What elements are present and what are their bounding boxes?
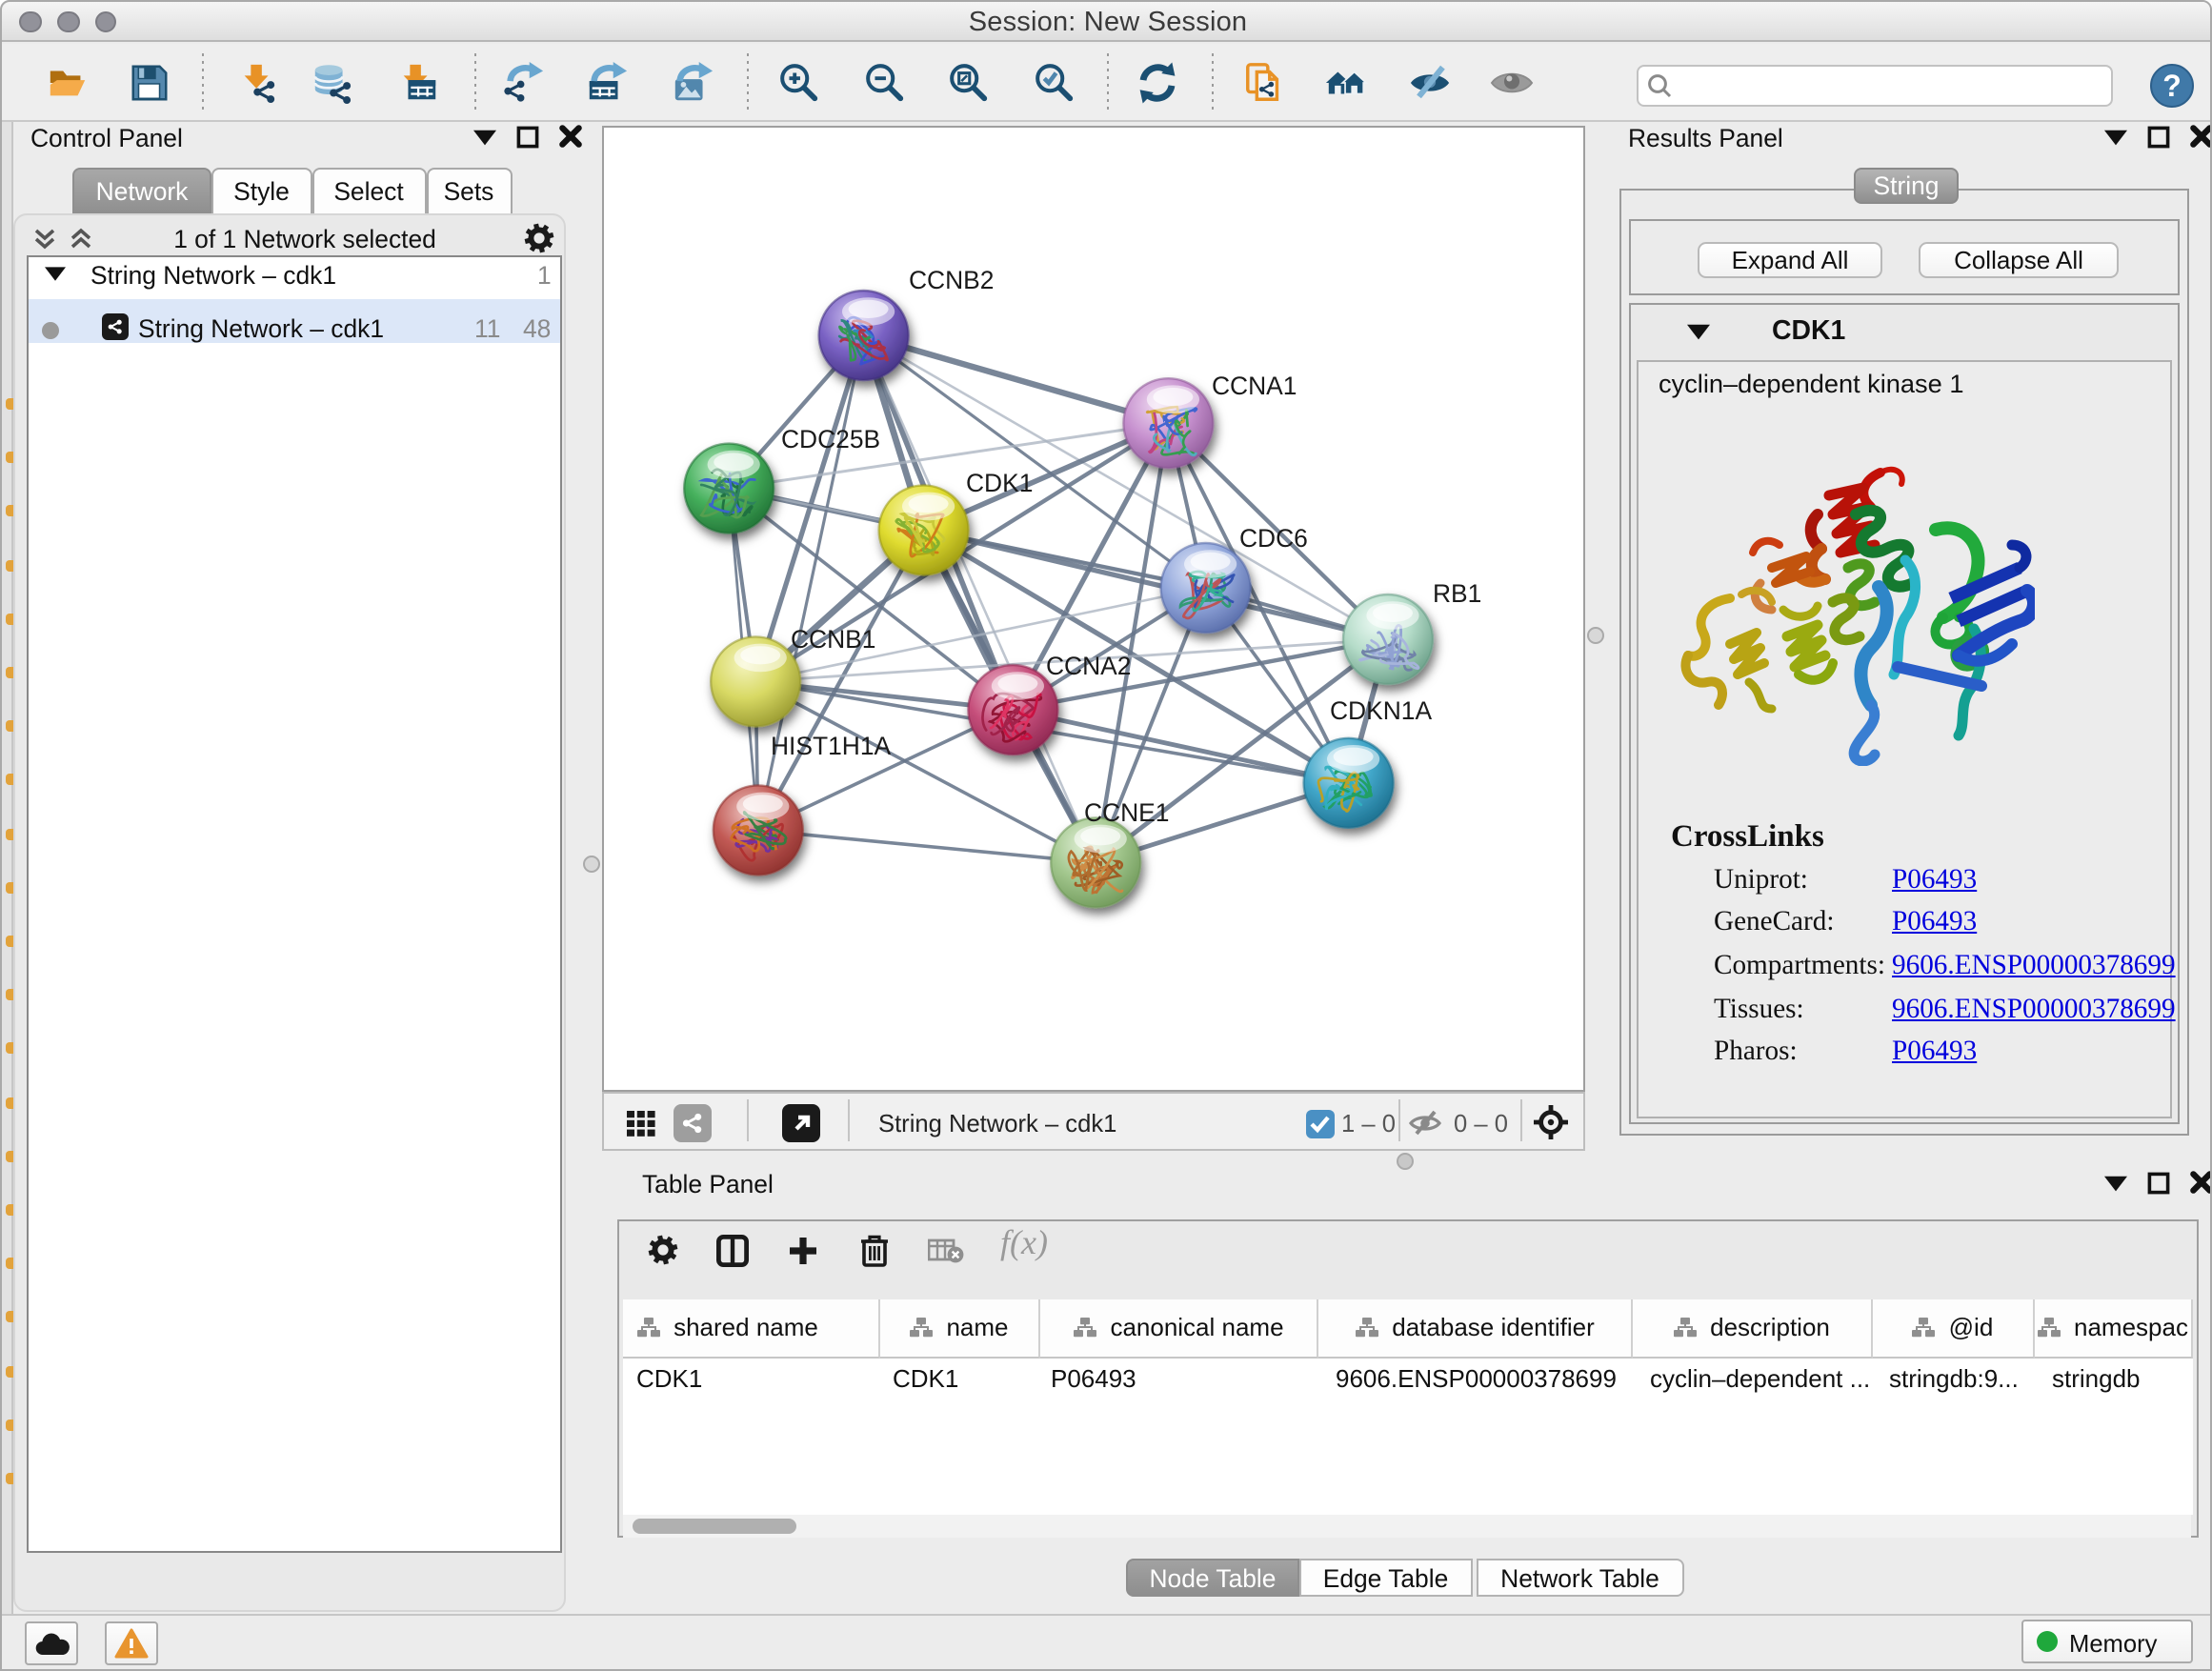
- svg-text:CDKN1A: CDKN1A: [1330, 696, 1432, 725]
- svg-text:HIST1H1A: HIST1H1A: [771, 732, 892, 760]
- svg-text:CDC6: CDC6: [1239, 524, 1308, 553]
- svg-text:CCNA2: CCNA2: [1046, 652, 1131, 680]
- svg-text:CCNB1: CCNB1: [791, 625, 875, 654]
- svg-text:RB1: RB1: [1433, 579, 1481, 608]
- svg-text:CCNE1: CCNE1: [1084, 798, 1169, 827]
- svg-text:?: ?: [2162, 68, 2181, 102]
- svg-text:CDK1: CDK1: [966, 469, 1033, 497]
- svg-text:CCNB2: CCNB2: [909, 266, 994, 294]
- svg-text:CDC25B: CDC25B: [781, 425, 880, 453]
- svg-text:CCNA1: CCNA1: [1212, 372, 1297, 400]
